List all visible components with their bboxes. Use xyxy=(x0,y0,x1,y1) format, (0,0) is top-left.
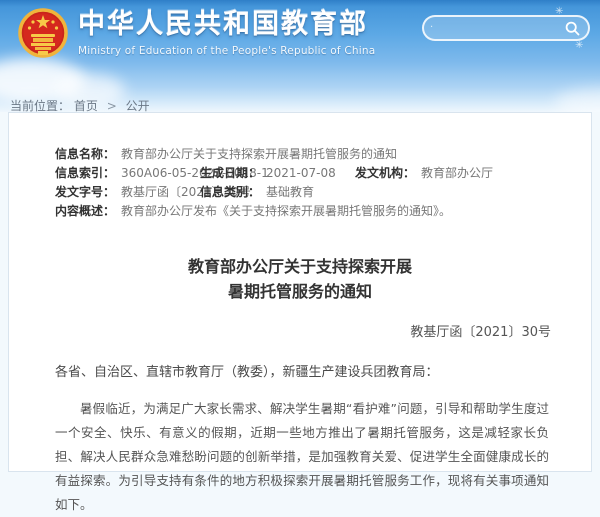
dandelion-decoration: ✳ xyxy=(575,40,583,51)
meta-value-date: 2021-07-08 xyxy=(266,164,336,182)
meta-row-name: 信息名称： 教育部办公厅关于支持探索开展暑期托管服务的通知 xyxy=(55,145,591,163)
meta-label-category: 信息类别： xyxy=(200,183,260,201)
meta-label-name: 信息名称： xyxy=(55,145,115,163)
cloud-decoration xyxy=(555,88,600,112)
site-header: ✳ ✳ · 中华人民共和国教育部 Ministry of Educa xyxy=(0,0,600,112)
breadcrumb-prefix: 当前位置： xyxy=(10,99,70,113)
meta-row-index-date-agency: 信息索引： 360A06-05-2021-0018-1 生成日期： 2021-0… xyxy=(55,164,591,182)
site-subtitle: Ministry of Education of the People's Re… xyxy=(78,45,375,57)
document-title-line1: 教育部办公厅关于支持探索开展 xyxy=(9,254,591,279)
breadcrumb: 当前位置： 首页 > 公开 xyxy=(10,97,150,114)
meta-label-docnum: 发文字号： xyxy=(55,183,115,201)
meta-label-agency: 发文机构： xyxy=(355,164,415,182)
meta-value-agency: 教育部办公厅 xyxy=(421,164,493,182)
search-icon[interactable] xyxy=(565,21,580,36)
meta-row-summary: 内容概述： 教育部办公厅发布《关于支持探索开展暑期托管服务的通知》。 xyxy=(55,202,591,220)
document-panel: 信息名称： 教育部办公厅关于支持探索开展暑期托管服务的通知 信息索引： 360A… xyxy=(8,112,592,472)
meta-label-date: 生成日期： xyxy=(200,164,260,182)
meta-row-docnum-category: 发文字号： 教基厅函〔2021〕30号 信息类别： 基础教育 xyxy=(55,183,591,201)
document-number: 教基厅函〔2021〕30号 xyxy=(9,321,591,340)
document-salutation: 各省、自治区、直辖市教育厅（教委），新疆生产建设兵团教育局： xyxy=(9,361,591,380)
meta-value-category: 基础教育 xyxy=(266,183,314,201)
meta-value-name: 教育部办公厅关于支持探索开展暑期托管服务的通知 xyxy=(121,145,397,163)
search-box[interactable] xyxy=(422,15,590,41)
document-meta: 信息名称： 教育部办公厅关于支持探索开展暑期托管服务的通知 信息索引： 360A… xyxy=(9,113,591,220)
document-title-line2: 暑期托管服务的通知 xyxy=(9,279,591,304)
ministry-home-link[interactable]: 中华人民共和国教育部 Ministry of Education of the … xyxy=(18,7,375,61)
national-emblem-icon xyxy=(18,7,68,61)
site-title: 中华人民共和国教育部 xyxy=(78,9,375,41)
search-input[interactable] xyxy=(434,17,564,39)
meta-value-summary: 教育部办公厅发布《关于支持探索开展暑期托管服务的通知》。 xyxy=(121,202,451,220)
breadcrumb-home-link[interactable]: 首页 xyxy=(74,99,98,113)
document-title: 教育部办公厅关于支持探索开展 暑期托管服务的通知 xyxy=(9,254,591,304)
meta-label-index: 信息索引： xyxy=(55,164,115,182)
meta-label-summary: 内容概述： xyxy=(55,202,115,220)
breadcrumb-gongkai-link[interactable]: 公开 xyxy=(126,99,150,113)
document-body-paragraph: 暑假临近，为满足广大家长需求、解决学生暑期“看护难”问题，引导和帮助学生度过一个… xyxy=(9,397,591,517)
breadcrumb-separator: > xyxy=(107,99,117,113)
